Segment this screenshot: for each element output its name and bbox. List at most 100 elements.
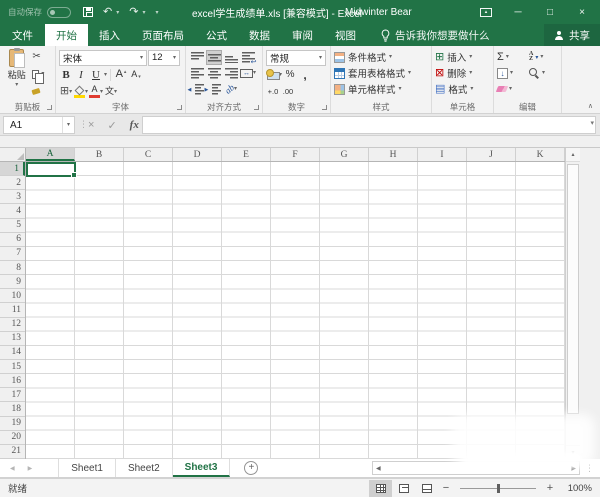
delete-cells-button[interactable]: ⊠删除▾: [435, 65, 490, 81]
format-painter-button[interactable]: [32, 85, 40, 98]
sheet-tab-sheet2[interactable]: Sheet2: [116, 459, 173, 477]
accounting-format-button[interactable]: ▾: [266, 67, 282, 82]
underline-button[interactable]: U: [89, 67, 103, 82]
column-header-D[interactable]: D: [173, 148, 222, 161]
tab-数据[interactable]: 数据: [238, 24, 281, 46]
column-header-F[interactable]: F: [271, 148, 320, 161]
column-header-I[interactable]: I: [418, 148, 467, 161]
shrink-font-button[interactable]: A▾: [129, 67, 143, 82]
column-header-C[interactable]: C: [124, 148, 173, 161]
sheet-tab-sheet1[interactable]: Sheet1: [58, 459, 116, 477]
tab-页面布局[interactable]: 页面布局: [131, 24, 195, 46]
column-header-A[interactable]: A: [26, 148, 75, 161]
format-cells-button[interactable]: ▤格式▾: [435, 81, 490, 97]
find-select-button[interactable]: ▾: [529, 65, 561, 81]
next-sheet-icon[interactable]: ▶: [28, 465, 33, 472]
fill-color-button[interactable]: ▾: [74, 84, 88, 99]
column-header-E[interactable]: E: [222, 148, 271, 161]
column-header-G[interactable]: G: [320, 148, 369, 161]
grow-font-button[interactable]: A▴: [114, 67, 128, 82]
zoom-slider[interactable]: [460, 488, 536, 489]
number-format-combo[interactable]: 常规▾: [266, 50, 326, 66]
insert-function-icon[interactable]: fx: [130, 119, 139, 131]
align-center-button[interactable]: [206, 66, 222, 81]
underline-dropdown-icon[interactable]: ▾: [104, 72, 107, 78]
row-header-8[interactable]: 8: [0, 261, 25, 275]
formula-bar-splitter-icon[interactable]: ⋮: [79, 119, 88, 130]
select-all-corner[interactable]: [0, 148, 26, 162]
page-layout-view-button[interactable]: [392, 480, 415, 497]
align-top-button[interactable]: [189, 50, 205, 65]
enter-check-icon[interactable]: ✓: [107, 119, 116, 132]
ribbon-display-options-button[interactable]: ▴: [470, 0, 502, 24]
zoom-level[interactable]: 100%: [558, 483, 592, 494]
sort-filter-button[interactable]: AZ▾▾: [529, 49, 561, 65]
row-header-5[interactable]: 5: [0, 219, 25, 233]
undo-dropdown-icon[interactable]: ▾: [116, 9, 119, 16]
font-name-combo[interactable]: 宋体▾: [59, 50, 147, 66]
bold-button[interactable]: B: [59, 67, 73, 82]
tab-开始[interactable]: 开始: [45, 24, 88, 46]
align-left-button[interactable]: [189, 66, 205, 81]
align-right-button[interactable]: [223, 66, 239, 81]
row-header-6[interactable]: 6: [0, 233, 25, 247]
share-button[interactable]: 共享: [544, 24, 600, 46]
close-button[interactable]: ×: [566, 0, 598, 24]
clipboard-dialog-launcher-icon[interactable]: [47, 105, 52, 110]
autosave-toggle[interactable]: [47, 7, 71, 18]
column-header-J[interactable]: J: [467, 148, 516, 161]
cut-button[interactable]: ✂: [32, 50, 40, 63]
number-dialog-launcher-icon[interactable]: [322, 105, 327, 110]
row-header-20[interactable]: 20: [0, 431, 25, 445]
redo-dropdown-icon[interactable]: ▾: [142, 9, 145, 16]
prev-sheet-icon[interactable]: ◀: [10, 465, 15, 472]
page-break-view-button[interactable]: [415, 480, 438, 497]
tell-me-box[interactable]: 告诉我你想要做什么: [381, 24, 490, 46]
row-header-4[interactable]: 4: [0, 204, 25, 218]
increase-indent-button[interactable]: ▶: [206, 82, 222, 97]
normal-view-button[interactable]: [369, 480, 392, 497]
comma-style-button[interactable]: ,: [298, 67, 312, 82]
wrap-text-button[interactable]: ↩: [240, 50, 256, 65]
fill-button[interactable]: ↓▾: [497, 65, 529, 81]
row-header-7[interactable]: 7: [0, 247, 25, 261]
customize-qat-icon[interactable]: ▾: [155, 9, 158, 16]
italic-button[interactable]: I: [74, 67, 88, 82]
row-header-16[interactable]: 16: [0, 374, 25, 388]
scroll-left-icon[interactable]: ◀: [376, 465, 381, 472]
increase-decimal-button[interactable]: +.0: [266, 84, 280, 99]
sheet-tab-sheet3[interactable]: Sheet3: [173, 459, 231, 477]
cancel-icon[interactable]: ×: [88, 119, 94, 131]
user-name[interactable]: Midwinter Bear: [345, 7, 412, 18]
row-header-11[interactable]: 11: [0, 303, 25, 317]
clear-button[interactable]: ▾: [497, 81, 529, 97]
paste-button[interactable]: 粘贴 ▾: [3, 49, 30, 100]
column-header-B[interactable]: B: [75, 148, 124, 161]
active-cell-selection[interactable]: [26, 162, 76, 177]
autosum-button[interactable]: Σ▾: [497, 49, 529, 65]
format-as-table-button[interactable]: 套用表格格式▾: [334, 65, 428, 81]
row-header-9[interactable]: 9: [0, 275, 25, 289]
minimize-button[interactable]: ─: [502, 0, 534, 24]
row-header-13[interactable]: 13: [0, 332, 25, 346]
row-header-2[interactable]: 2: [0, 176, 25, 190]
maximize-button[interactable]: □: [534, 0, 566, 24]
alignment-dialog-launcher-icon[interactable]: [254, 105, 259, 110]
zoom-in-button[interactable]: +: [542, 482, 558, 494]
decrease-decimal-button[interactable]: .00: [281, 84, 295, 99]
tab-公式[interactable]: 公式: [195, 24, 238, 46]
formula-input[interactable]: [142, 116, 596, 134]
vertical-scrollbar[interactable]: ▴ ▾: [565, 148, 580, 459]
phonetic-guide-button[interactable]: 文▾: [104, 84, 118, 99]
insert-cells-button[interactable]: ⊞插入▾: [435, 49, 490, 65]
new-sheet-button[interactable]: +: [244, 461, 258, 475]
conditional-formatting-button[interactable]: 条件格式▾: [334, 49, 428, 65]
collapse-ribbon-icon[interactable]: ∧: [588, 102, 593, 110]
expand-formula-bar-icon[interactable]: ▾: [590, 119, 594, 127]
merge-center-button[interactable]: ↔▾: [240, 66, 256, 81]
row-header-15[interactable]: 15: [0, 360, 25, 374]
decrease-indent-button[interactable]: ◀: [189, 82, 205, 97]
cell-styles-button[interactable]: 单元格样式▾: [334, 81, 428, 97]
orientation-button[interactable]: ab▾: [223, 82, 239, 97]
copy-button[interactable]: ▾: [32, 68, 44, 81]
